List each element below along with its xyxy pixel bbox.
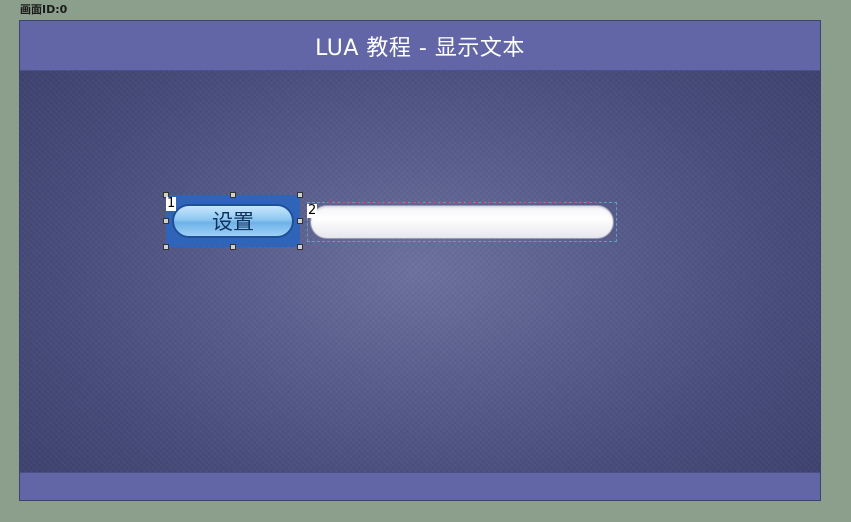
widget-id-label-1: 1 xyxy=(166,196,177,211)
widget-id-label-2: 2 xyxy=(307,203,318,218)
title-bar: LUA 教程 - 显示文本 xyxy=(20,21,820,71)
button-widget-frame[interactable]: 设置 xyxy=(166,195,300,247)
footer-bar xyxy=(20,472,820,500)
screen-canvas: LUA 教程 - 显示文本 设置 1 2 xyxy=(19,20,821,501)
resize-handle-top-right[interactable] xyxy=(297,192,303,198)
screen-id-label: 画面ID:0 xyxy=(20,3,68,16)
resize-handle-middle-right[interactable] xyxy=(297,218,303,224)
text-display-field[interactable] xyxy=(310,205,614,239)
resize-handle-bottom-left[interactable] xyxy=(163,244,169,250)
resize-handle-top-center[interactable] xyxy=(230,192,236,198)
text-widget-frame[interactable] xyxy=(307,201,617,242)
page-title: LUA 教程 - 显示文本 xyxy=(315,35,525,61)
resize-handle-middle-left[interactable] xyxy=(163,218,169,224)
resize-handle-bottom-center[interactable] xyxy=(230,244,236,250)
resize-handle-bottom-right[interactable] xyxy=(297,244,303,250)
text-widget-top-marker xyxy=(328,201,596,203)
set-button[interactable]: 设置 xyxy=(172,204,294,238)
